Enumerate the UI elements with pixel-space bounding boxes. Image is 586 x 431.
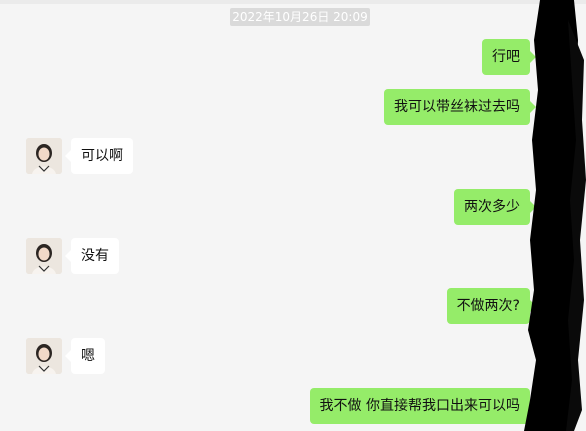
avatar-photo-icon — [26, 138, 62, 174]
outgoing-message[interactable]: 两次多少 — [454, 189, 536, 225]
chat-window: 2022年10月26日 20:09 行吧 我可以带丝袜过去吗 可以啊 两次多少 … — [0, 0, 586, 431]
avatar-photo-icon — [26, 338, 62, 374]
outgoing-message[interactable]: 不做两次? — [446, 288, 537, 324]
contact-avatar[interactable] — [26, 338, 62, 374]
contact-avatar[interactable] — [26, 238, 62, 274]
redaction-scribble — [524, 0, 586, 431]
incoming-message[interactable]: 可以啊 — [65, 138, 133, 174]
incoming-message[interactable]: 嗯 — [65, 338, 105, 374]
message-timestamp: 2022年10月26日 20:09 — [230, 8, 370, 26]
contact-avatar[interactable] — [26, 138, 62, 174]
outgoing-message[interactable]: 我可以带丝袜过去吗 — [384, 89, 536, 125]
incoming-message[interactable]: 没有 — [65, 238, 119, 274]
outgoing-message[interactable]: 我不做 你直接帮我口出来可以吗 — [309, 388, 537, 424]
avatar-photo-icon — [26, 238, 62, 274]
top-divider — [0, 0, 586, 4]
